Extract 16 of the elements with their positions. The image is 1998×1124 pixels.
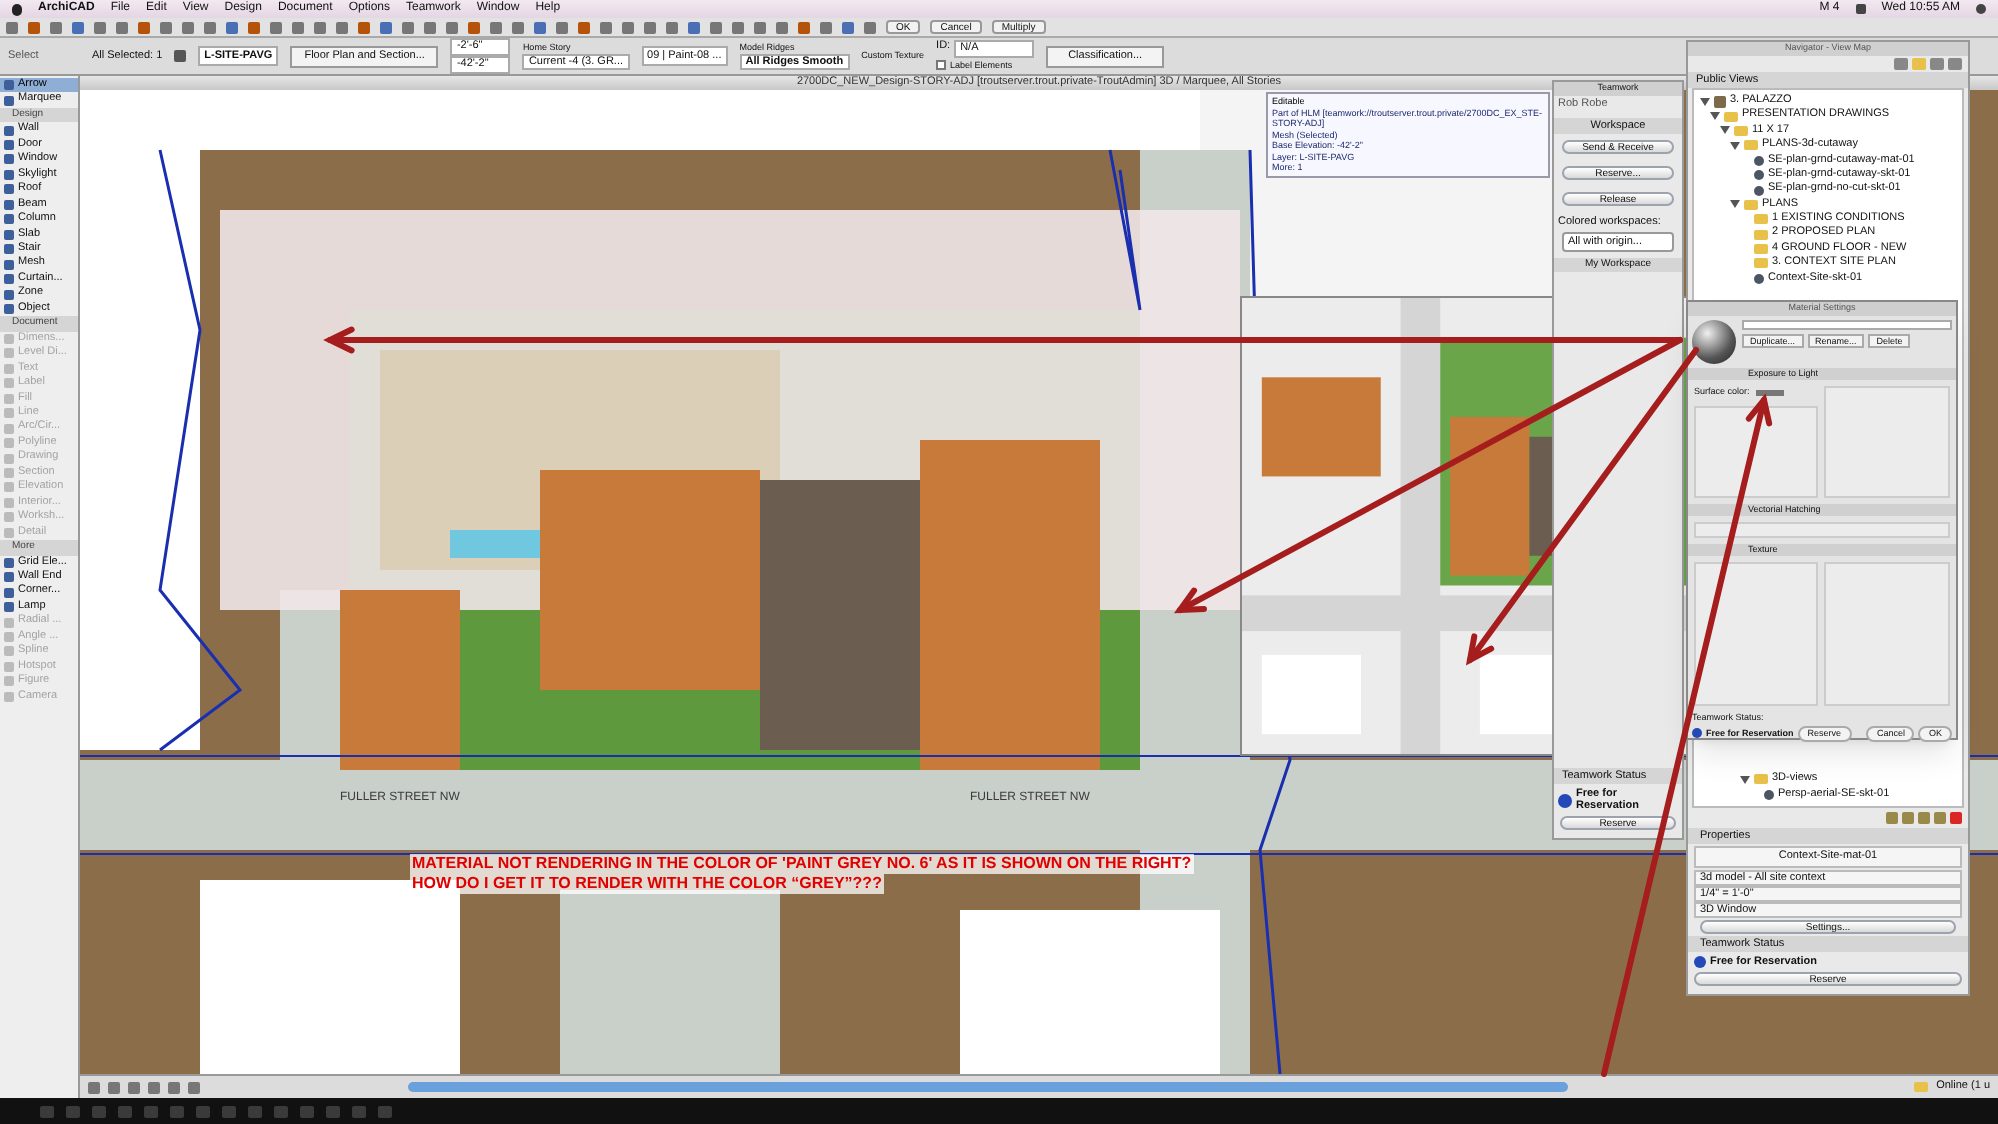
horizontal-scrollbar[interactable] <box>408 1082 1568 1092</box>
settings-area <box>1823 385 1950 498</box>
disclosure-icon[interactable] <box>1730 141 1740 150</box>
annotation-text: HOW DO I GET IT TO RENDER WITH THE COLOR “GREY”??? <box>410 874 884 894</box>
settings-area <box>1694 405 1817 498</box>
color-swatch[interactable] <box>1755 389 1784 396</box>
material-preview-drawing <box>1692 319 1736 364</box>
disclosure-icon[interactable] <box>1740 775 1750 784</box>
disclosure-icon[interactable] <box>1700 97 1710 106</box>
disclosure-icon[interactable] <box>1720 126 1730 135</box>
folder-icon <box>1754 774 1768 785</box>
checkbox[interactable] <box>936 60 947 70</box>
folder-icon <box>1914 1082 1929 1092</box>
disclosure-icon[interactable] <box>1710 112 1720 121</box>
annotation-text: MATERIAL NOT RENDERING IN THE COLOR OF 'PAINT GREY NO. 6' AS IT IS SHOWN ON THE RIGHT? <box>410 854 1194 874</box>
disclosure-icon[interactable] <box>1730 200 1740 209</box>
